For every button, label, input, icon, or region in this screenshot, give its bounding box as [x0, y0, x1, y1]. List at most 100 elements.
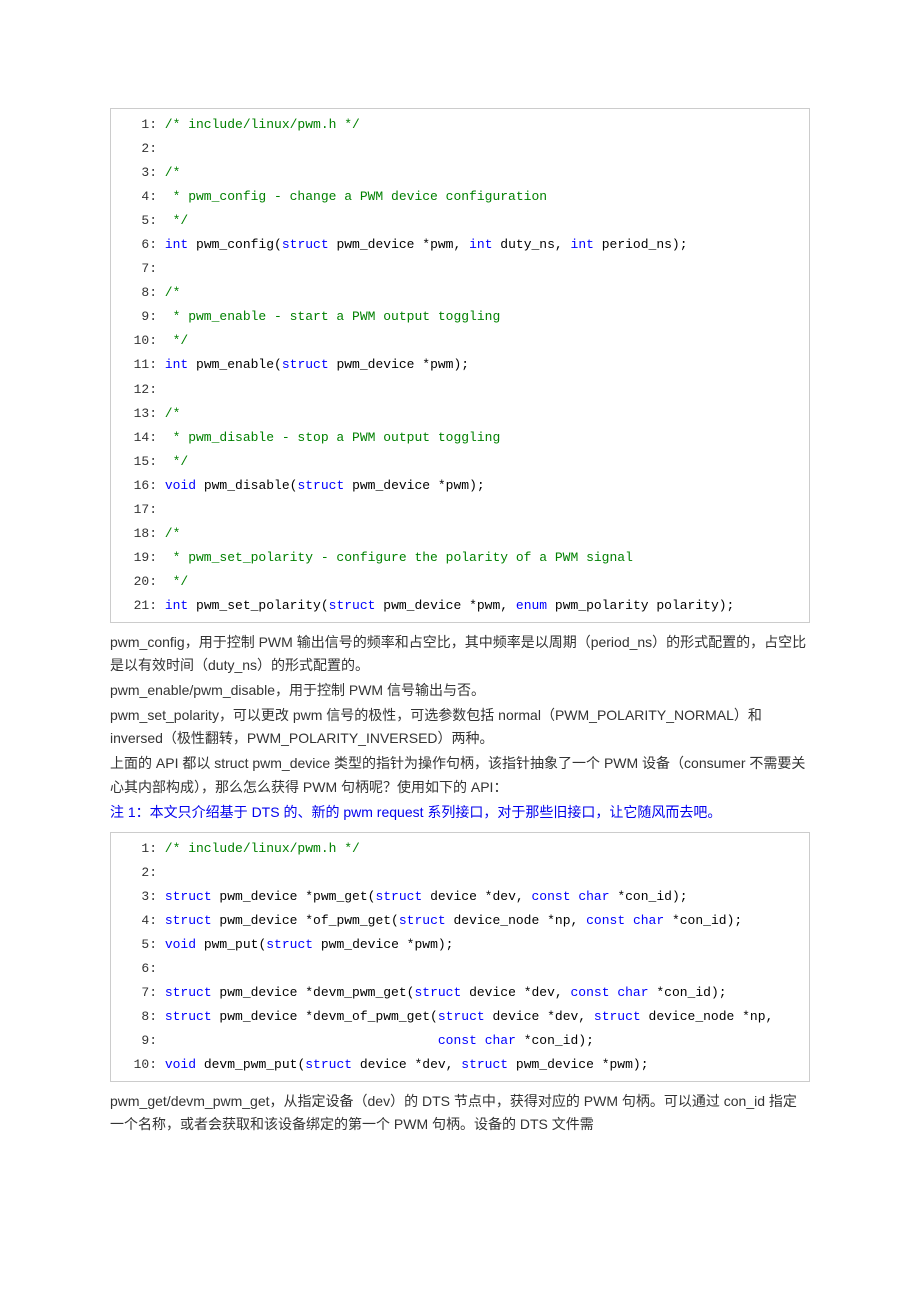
code-token: [157, 357, 165, 372]
line-number: 20:: [119, 570, 157, 594]
code-token: /*: [157, 406, 180, 421]
code-token: enum: [516, 598, 547, 613]
line-number: 13:: [119, 402, 157, 426]
paragraph-pwm-config: pwm_config，用于控制 PWM 输出信号的频率和占空比，其中频率是以周期…: [110, 631, 810, 677]
line-number: 4:: [119, 185, 157, 209]
code-token: const: [571, 985, 610, 1000]
code-token: pwm_device *devm_of_pwm_get(: [212, 1009, 438, 1024]
line-number: 12:: [119, 378, 157, 402]
code-token: duty_ns,: [493, 237, 571, 252]
code-token: int: [165, 357, 188, 372]
code-token: * pwm_config - change a PWM device confi…: [157, 189, 547, 204]
code-token: pwm_device *pwm,: [329, 237, 469, 252]
line-number: 11:: [119, 353, 157, 377]
line-number: 10:: [119, 1053, 157, 1077]
code-token: [157, 261, 173, 276]
code-token: /* include/linux/pwm.h */: [157, 117, 360, 132]
code-token: /* include/linux/pwm.h */: [157, 841, 360, 856]
paragraph-pwm-set-polarity: pwm_set_polarity，可以更改 pwm 信号的极性，可选参数包括 n…: [110, 704, 810, 750]
line-number: 3:: [119, 161, 157, 185]
line-number: 9:: [119, 305, 157, 329]
code-token: pwm_polarity polarity);: [547, 598, 734, 613]
code-token: device_node *np,: [641, 1009, 774, 1024]
code-token: /*: [157, 285, 180, 300]
code-token: [157, 985, 165, 1000]
code-token: /*: [157, 165, 180, 180]
code-token: [157, 865, 173, 880]
code-token: struct: [282, 357, 329, 372]
code-token: [157, 913, 165, 928]
line-number: 5:: [119, 209, 157, 233]
code-token: [157, 598, 165, 613]
code-token: const: [586, 913, 625, 928]
code-token: [157, 961, 173, 976]
line-number: 21:: [119, 594, 157, 618]
code-token: pwm_device *pwm);: [508, 1057, 648, 1072]
code-token: [625, 913, 633, 928]
code-token: [157, 937, 165, 952]
code-token: */: [157, 333, 188, 348]
line-number: 7:: [119, 257, 157, 281]
code-token: *con_id);: [610, 889, 688, 904]
note-1: 注 1：本文只介绍基于 DTS 的、新的 pwm request 系列接口，对于…: [110, 801, 810, 824]
code-block-2: 1: /* include/linux/pwm.h */ 2: 3: struc…: [110, 832, 810, 1082]
code-token: /*: [157, 526, 180, 541]
code-token: device *dev,: [485, 1009, 594, 1024]
code-token: struct: [375, 889, 422, 904]
line-number: 17:: [119, 498, 157, 522]
code-token: pwm_disable(: [196, 478, 297, 493]
code-token: struct: [329, 598, 376, 613]
line-number: 4:: [119, 909, 157, 933]
code-token: *con_id);: [649, 985, 727, 1000]
line-number: 16:: [119, 474, 157, 498]
code-token: struct: [165, 889, 212, 904]
code-token: int: [571, 237, 594, 252]
code-token: pwm_enable(: [188, 357, 282, 372]
code-token: char: [485, 1033, 516, 1048]
line-number: 2:: [119, 861, 157, 885]
code-token: [157, 1057, 165, 1072]
code-token: struct: [297, 478, 344, 493]
code-token: * pwm_set_polarity - configure the polar…: [157, 550, 633, 565]
code-token: char: [578, 889, 609, 904]
code-token: char: [633, 913, 664, 928]
code-token: pwm_device *of_pwm_get(: [212, 913, 399, 928]
code-token: struct: [305, 1057, 352, 1072]
code-token: struct: [461, 1057, 508, 1072]
code-token: [157, 502, 173, 517]
code-token: [157, 889, 165, 904]
paragraph-pwm-enable-disable: pwm_enable/pwm_disable，用于控制 PWM 信号输出与否。: [110, 679, 810, 702]
code-token: [157, 478, 165, 493]
code-token: */: [157, 213, 188, 228]
code-token: struct: [165, 1009, 212, 1024]
code-token: devm_pwm_put(: [196, 1057, 305, 1072]
code-token: device *dev,: [461, 985, 570, 1000]
line-number: 14:: [119, 426, 157, 450]
code-token: pwm_config(: [188, 237, 282, 252]
paragraph-pwm-get: pwm_get/devm_pwm_get，从指定设备（dev）的 DTS 节点中…: [110, 1090, 810, 1136]
code-token: const: [531, 889, 570, 904]
line-number: 1:: [119, 113, 157, 137]
line-number: 1:: [119, 837, 157, 861]
line-number: 8:: [119, 1005, 157, 1029]
code-token: int: [469, 237, 492, 252]
code-token: pwm_device *pwm);: [329, 357, 469, 372]
line-number: 6:: [119, 233, 157, 257]
code-token: pwm_device *pwm,: [375, 598, 515, 613]
code-token: [157, 382, 173, 397]
code-token: pwm_set_polarity(: [188, 598, 328, 613]
line-number: 10:: [119, 329, 157, 353]
line-number: 18:: [119, 522, 157, 546]
code-token: pwm_device *pwm_get(: [212, 889, 376, 904]
code-token: struct: [438, 1009, 485, 1024]
code-token: *con_id);: [516, 1033, 594, 1048]
code-token: struct: [414, 985, 461, 1000]
code-token: */: [157, 574, 188, 589]
code-token: * pwm_disable - stop a PWM output toggli…: [157, 430, 500, 445]
paragraph-api-handle: 上面的 API 都以 struct pwm_device 类型的指针为操作句柄，…: [110, 752, 810, 798]
line-number: 9:: [119, 1029, 157, 1053]
code-token: struct: [282, 237, 329, 252]
code-token: pwm_device *devm_pwm_get(: [212, 985, 415, 1000]
code-token: void: [165, 478, 196, 493]
code-token: device *dev,: [352, 1057, 461, 1072]
